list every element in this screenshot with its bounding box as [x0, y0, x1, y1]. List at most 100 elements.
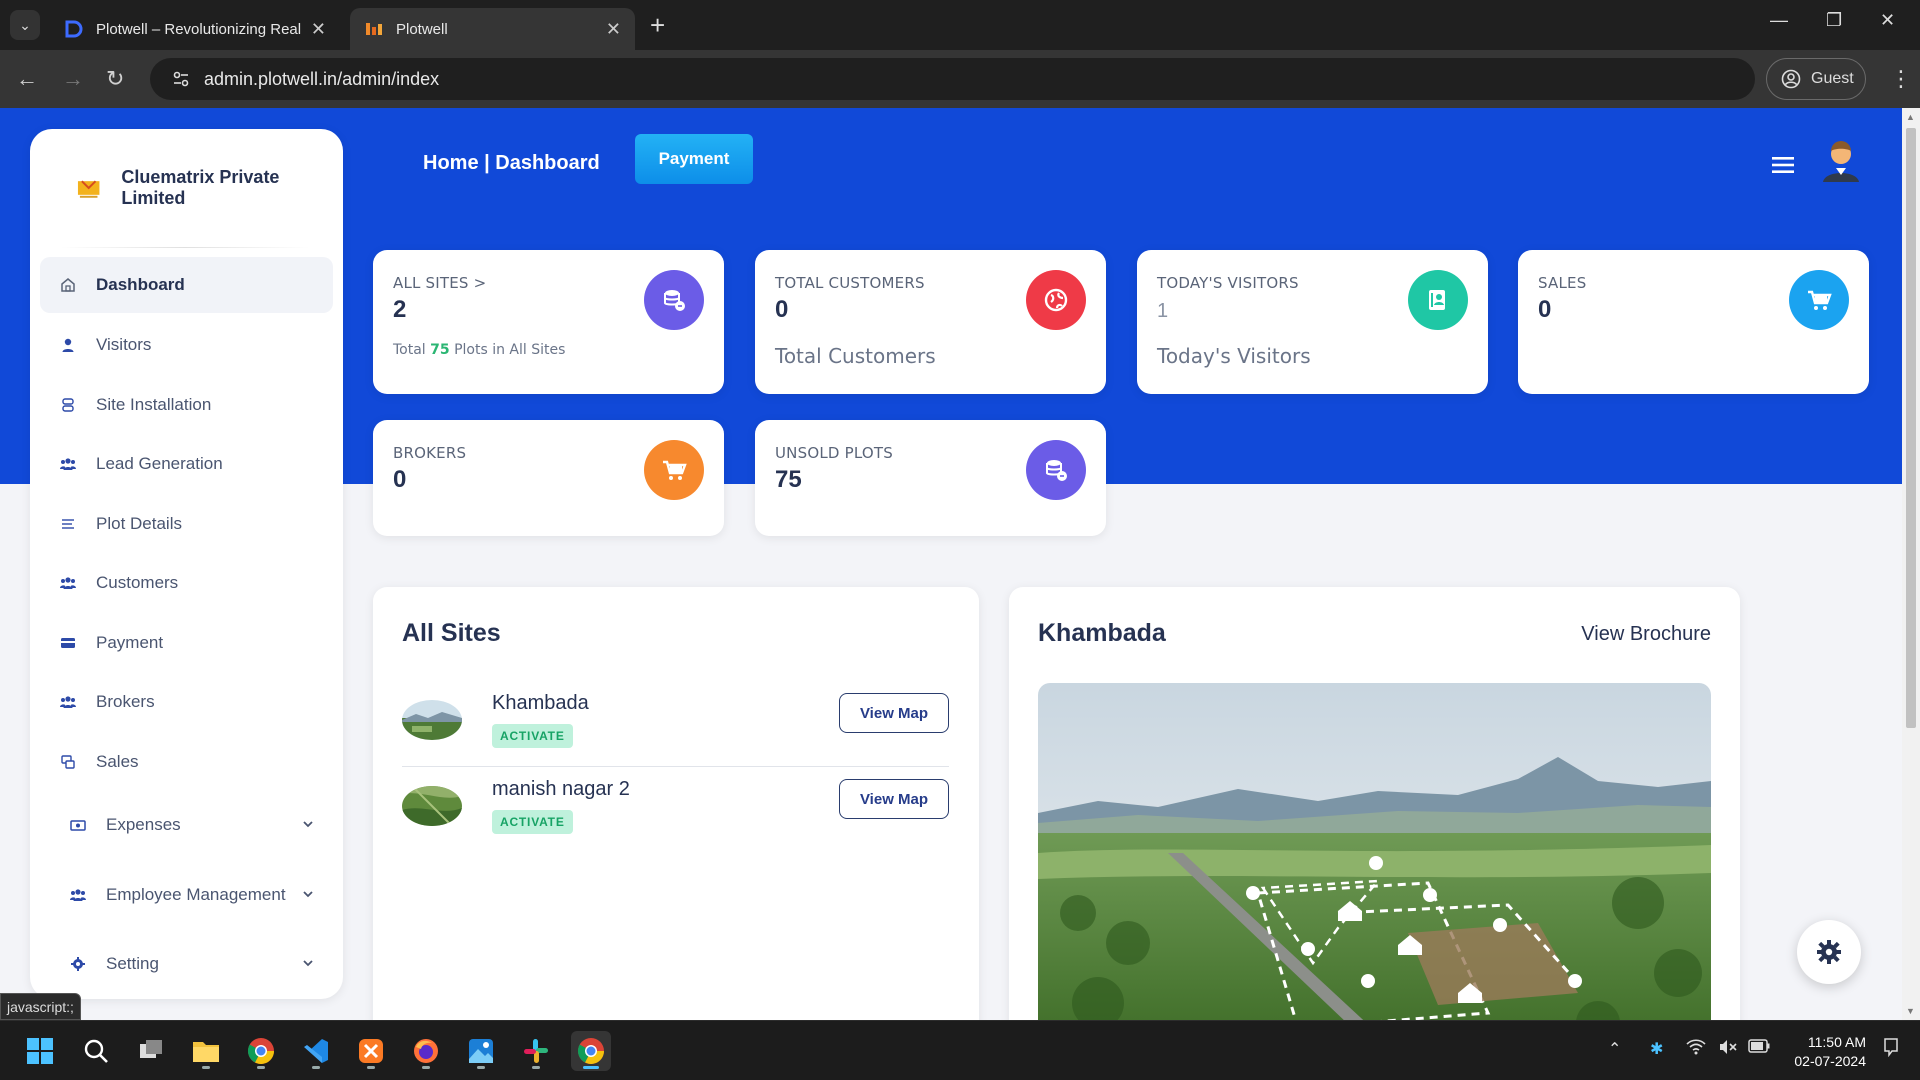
stat-card-todays-visitors[interactable]: TODAY'S VISITORS 1 Today's Visitors: [1137, 250, 1488, 394]
sidebar-item-employee-management[interactable]: Employee Management: [40, 867, 333, 923]
minimize-icon[interactable]: —: [1770, 10, 1788, 31]
view-map-button[interactable]: View Map: [839, 693, 949, 733]
browser-menu-icon[interactable]: ⋮: [1890, 66, 1912, 92]
restore-icon[interactable]: ❐: [1826, 10, 1842, 31]
site-detail-title: Khambada: [1038, 619, 1166, 647]
scroll-up-icon[interactable]: ▲: [1906, 112, 1915, 122]
sidebar-item-dashboard[interactable]: Dashboard: [40, 257, 333, 313]
sidebar-item-payment[interactable]: Payment: [40, 615, 333, 671]
all-sites-card: All Sites Khambada ACTIVATE View Map man…: [373, 587, 979, 1020]
sidebar-item-label: Brokers: [96, 692, 155, 711]
gear-icon: [1817, 940, 1841, 964]
search-icon: [84, 1039, 108, 1063]
vscode-icon: [304, 1039, 328, 1063]
sidebar-item-brokers[interactable]: Brokers: [40, 674, 333, 730]
sidebar: Cluematrix Private Limited Dashboard Vis…: [30, 129, 343, 999]
new-tab-button[interactable]: +: [650, 10, 665, 40]
users-icon: [60, 458, 76, 470]
taskbar-vscode[interactable]: [296, 1031, 336, 1071]
taskbar-chrome[interactable]: [241, 1031, 281, 1071]
volume-muted-icon[interactable]: [1718, 1039, 1738, 1060]
list-icon: [62, 519, 74, 529]
scroll-down-icon[interactable]: ▼: [1906, 1006, 1915, 1016]
bluetooth-icon[interactable]: ✱: [1650, 1039, 1663, 1059]
brand[interactable]: Cluematrix Private Limited: [76, 167, 343, 209]
users-icon: [70, 889, 86, 901]
taskbar-search[interactable]: [76, 1031, 116, 1071]
menu-icon[interactable]: [1772, 156, 1794, 174]
site-thumbnail: [402, 700, 462, 740]
taskbar-file-explorer[interactable]: [186, 1031, 226, 1071]
taskbar-photos[interactable]: [461, 1031, 501, 1071]
wifi-icon[interactable]: [1686, 1039, 1706, 1060]
battery-icon[interactable]: [1748, 1039, 1770, 1058]
tab-search-button[interactable]: ⌄: [10, 10, 40, 40]
stat-label: SALES: [1538, 274, 1587, 292]
cart-icon: [663, 460, 687, 480]
task-view-icon: [140, 1040, 162, 1058]
taskbar-chrome-active[interactable]: [571, 1031, 611, 1071]
start-button[interactable]: [20, 1031, 60, 1071]
chevron-down-icon: [303, 821, 313, 828]
stat-card-all-sites[interactable]: ALL SITES > 2 Total 75 Plots in All Site…: [373, 250, 724, 394]
chevron-up-icon[interactable]: ⌃: [1608, 1039, 1621, 1059]
user-avatar[interactable]: [1818, 138, 1864, 184]
browser-tab-active[interactable]: Plotwell ✕: [350, 8, 635, 50]
profile-button[interactable]: Guest: [1766, 58, 1866, 100]
close-tab-icon[interactable]: ✕: [606, 19, 621, 40]
taskbar-firefox[interactable]: [406, 1031, 446, 1071]
stat-card-unsold-plots[interactable]: UNSOLD PLOTS 75: [755, 420, 1106, 536]
forward-icon[interactable]: →: [62, 66, 84, 92]
sidebar-item-visitors[interactable]: Visitors: [40, 317, 333, 373]
chrome-icon: [577, 1038, 604, 1064]
close-window-icon[interactable]: ✕: [1880, 10, 1895, 31]
database-icon: [664, 290, 685, 311]
sidebar-item-plot-details[interactable]: Plot Details: [40, 496, 333, 552]
sidebar-item-customers[interactable]: Customers: [40, 555, 333, 611]
notification-icon[interactable]: [1882, 1037, 1900, 1062]
stat-label: TODAY'S VISITORS: [1157, 274, 1299, 292]
page-scrollbar[interactable]: ▲ ▼: [1902, 108, 1920, 1020]
reload-icon[interactable]: ↻: [106, 66, 124, 92]
sidebar-item-site-installation[interactable]: Site Installation: [40, 377, 333, 433]
sidebar-item-lead-generation[interactable]: Lead Generation: [40, 436, 333, 492]
taskbar-slack[interactable]: [516, 1031, 556, 1071]
database-icon: [1046, 460, 1067, 481]
profile-label: Guest: [1811, 70, 1854, 87]
profile-icon: [1781, 69, 1801, 89]
address-bar[interactable]: admin.plotwell.in/admin/index: [150, 58, 1755, 100]
site-info-icon[interactable]: [172, 70, 190, 88]
windows-icon: [27, 1038, 53, 1064]
taskbar-xampp[interactable]: [351, 1031, 391, 1071]
stat-card-total-customers[interactable]: TOTAL CUSTOMERS 0 Total Customers: [755, 250, 1106, 394]
sidebar-item-label: Dashboard: [96, 275, 185, 294]
tab-title: Plotwell – Revolutionizing Real E: [96, 20, 303, 38]
stat-card-brokers[interactable]: BROKERS 0: [373, 420, 724, 536]
breadcrumb[interactable]: Home | Dashboard: [423, 152, 600, 175]
close-tab-icon[interactable]: ✕: [311, 19, 326, 40]
users-icon: [60, 696, 76, 708]
back-icon[interactable]: ←: [16, 66, 38, 92]
task-view[interactable]: [131, 1031, 171, 1071]
view-map-button[interactable]: View Map: [839, 779, 949, 819]
page-viewport: Cluematrix Private Limited Dashboard Vis…: [0, 108, 1902, 1020]
stat-card-sales[interactable]: SALES 0: [1518, 250, 1869, 394]
system-clock[interactable]: 11:50 AM 02-07-2024: [1786, 1033, 1866, 1071]
plotwell-favicon-icon: [65, 20, 83, 38]
site-row[interactable]: manish nagar 2 ACTIVATE View Map: [402, 778, 949, 870]
settings-fab[interactable]: [1797, 920, 1861, 984]
site-thumbnail: [402, 786, 462, 826]
site-row[interactable]: Khambada ACTIVATE View Map: [402, 692, 949, 784]
sidebar-item-setting[interactable]: Setting: [40, 936, 333, 992]
scrollbar-thumb[interactable]: [1906, 128, 1916, 728]
sidebar-item-label: Expenses: [106, 815, 181, 834]
status-badge: ACTIVATE: [492, 810, 573, 834]
cart-icon: [1808, 290, 1832, 310]
user-icon: [62, 338, 74, 352]
view-brochure-link[interactable]: View Brochure: [1581, 623, 1711, 646]
payment-button[interactable]: Payment: [635, 134, 753, 184]
browser-tab[interactable]: Plotwell – Revolutionizing Real E ✕: [50, 8, 340, 50]
sidebar-item-expenses[interactable]: Expenses: [40, 797, 333, 853]
sidebar-item-sales[interactable]: Sales: [40, 734, 333, 790]
money-icon: [70, 820, 86, 831]
